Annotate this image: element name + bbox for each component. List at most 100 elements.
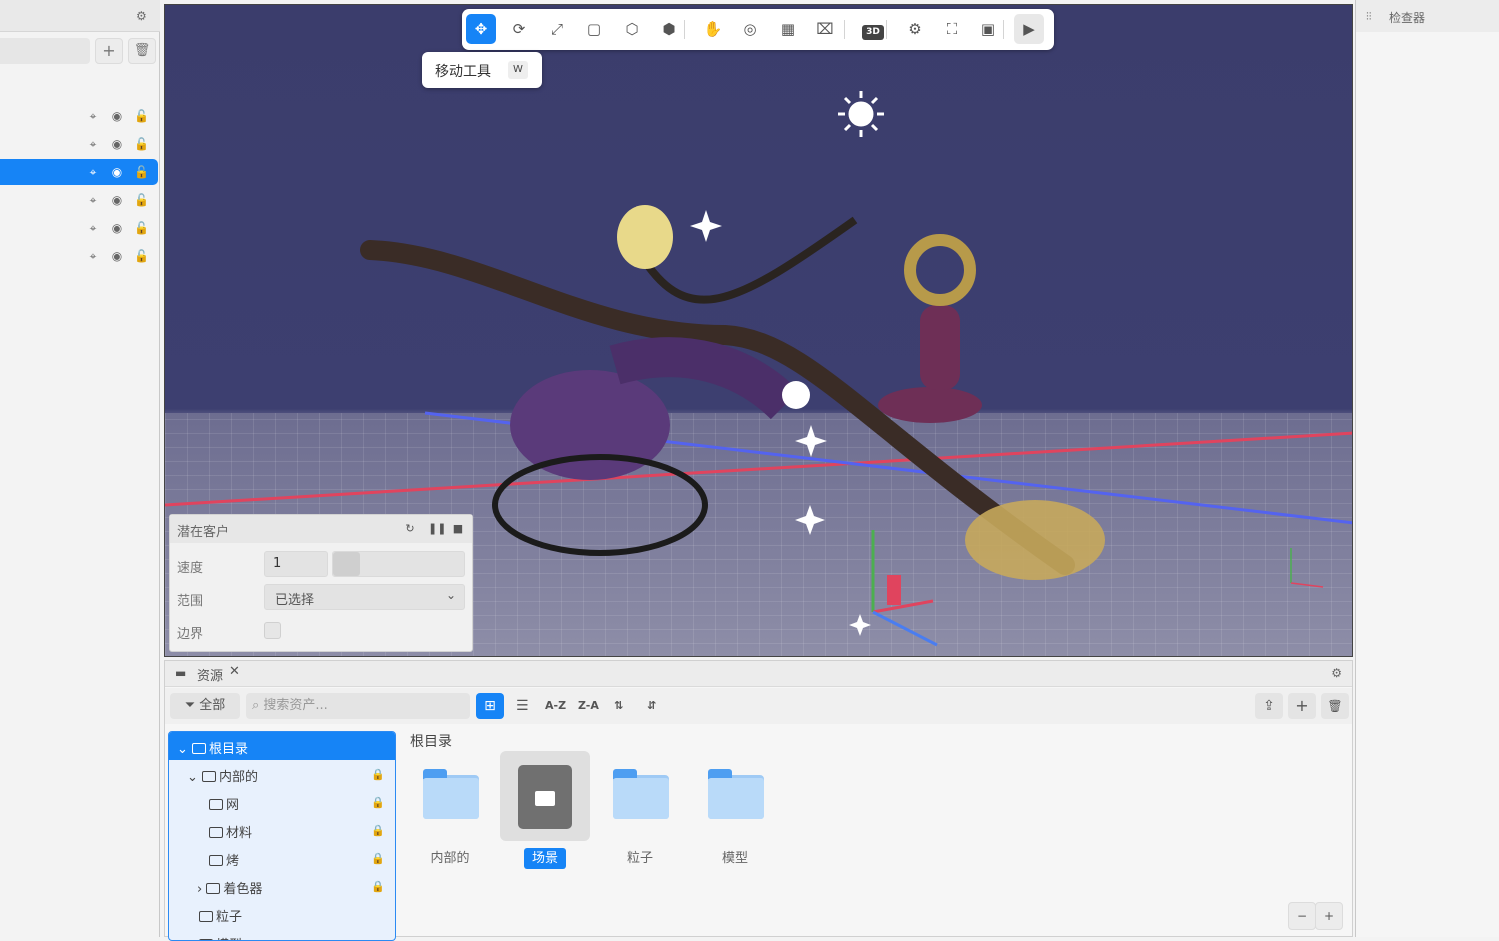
hierarchy-row[interactable]: ⌖ ◉ 🔓 <box>0 131 158 157</box>
mode-3d[interactable]: 3D <box>858 14 888 44</box>
eye-icon[interactable]: ◉ <box>110 165 124 179</box>
rect-tool[interactable]: ▢ <box>579 14 609 44</box>
hierarchy-row[interactable]: ⌖ ◉ 🔓 <box>0 243 158 269</box>
zoom-out-icon[interactable]: − <box>1288 902 1316 930</box>
tree-item[interactable]: ⌄ 内部的 🔒 <box>169 760 395 788</box>
inspector-title: 检查器 <box>1389 11 1426 25</box>
folder-asset-tile[interactable]: 模型 <box>690 751 780 871</box>
stop-icon[interactable]: ■ <box>452 523 464 535</box>
sort-az-button[interactable]: A-Z <box>545 693 566 719</box>
target-icon[interactable]: ⌖ <box>86 109 100 123</box>
sliders-icon: ⫶⫶ <box>1366 10 1372 23</box>
hierarchy-row[interactable]: ⌖ ◉ 🔓 <box>0 187 158 213</box>
focus-tool[interactable]: ◎ <box>735 14 765 44</box>
tree-item[interactable]: › 着色器 🔒 <box>169 872 395 900</box>
chevron-down-icon[interactable]: ⌄ <box>177 742 192 757</box>
eye-icon[interactable]: ◉ <box>110 249 124 263</box>
toolbar-separator <box>844 20 845 39</box>
add-asset-button[interactable]: + <box>1288 693 1316 719</box>
add-entity-button[interactable]: + <box>95 38 123 64</box>
filter-icon: ⏷ <box>184 698 200 713</box>
lock-icon[interactable]: 🔓 <box>134 109 149 123</box>
stand-top <box>878 387 982 423</box>
tree-item[interactable]: 粒子 <box>169 900 395 928</box>
lock-icon[interactable]: 🔓 <box>134 165 149 179</box>
tree-item[interactable]: 材料 🔒 <box>169 816 395 844</box>
delete-entity-button[interactable]: 🗑 <box>128 38 156 64</box>
stats-header[interactable]: 潜在客户 ↻ ❚❚ ■ <box>170 515 472 543</box>
asset-search-input[interactable]: ⌕ 搜索资产... <box>246 693 470 719</box>
chevron-down-icon[interactable]: ⌄ <box>187 770 202 785</box>
grid-view-button[interactable]: ⊞ <box>476 693 504 719</box>
solid-tool[interactable]: ⬢ <box>654 14 684 44</box>
assets-tab-label[interactable]: 资源 <box>197 665 223 684</box>
gear-icon[interactable]: ⚙ <box>1331 666 1342 680</box>
screenshot-tool[interactable]: ▣ <box>973 14 1003 44</box>
sort-za-button[interactable]: Z-A <box>578 693 599 719</box>
eye-icon[interactable]: ◉ <box>110 193 124 207</box>
slider-handle[interactable] <box>333 552 360 576</box>
rotate-tool[interactable]: ⟳ <box>504 14 534 44</box>
tree-item[interactable]: 烤 🔒 <box>169 844 395 872</box>
play-button[interactable]: ▶ <box>1014 14 1044 44</box>
hierarchy-row[interactable]: ⌖ ◉ 🔓 <box>0 159 158 185</box>
settings-tool[interactable]: ⚙ <box>900 14 930 44</box>
filter-button[interactable]: ⏷ 全部 <box>170 693 240 719</box>
lock-icon[interactable]: 🔓 <box>134 249 149 263</box>
tooltip: 移动工具 W <box>422 52 542 88</box>
delete-asset-button[interactable]: 🗑 <box>1321 693 1349 719</box>
chevron-right-icon[interactable]: › <box>197 882 206 897</box>
pause-icon[interactable]: ❚❚ <box>428 523 446 535</box>
target-icon[interactable]: ⌖ <box>86 221 100 235</box>
tree-item[interactable]: ⌄ 根目录 <box>169 732 395 760</box>
lock-icon[interactable]: 🔓 <box>134 221 149 235</box>
tree-item[interactable]: 模型 <box>169 928 395 940</box>
lock-icon: 🔒 <box>371 852 385 865</box>
grid-tool[interactable]: ▦ <box>773 14 803 44</box>
hierarchy-search-input[interactable] <box>0 38 90 64</box>
range-select[interactable]: 已选择 ⌄ <box>264 584 465 610</box>
scale-tool[interactable]: ⤢ <box>542 14 572 44</box>
hierarchy-row[interactable]: ⌖ ◉ 🔓 <box>0 103 158 129</box>
list-view-button[interactable]: ☰ <box>516 693 529 719</box>
lock-icon[interactable]: 🔓 <box>134 137 149 151</box>
folder-asset-tile[interactable]: 粒子 <box>595 751 685 871</box>
hand-tool[interactable]: ✋ <box>698 14 728 44</box>
sort-asc-icon[interactable]: ⇅ <box>614 693 623 719</box>
eye-icon[interactable]: ◉ <box>110 109 124 123</box>
sort-desc-icon[interactable]: ⇵ <box>647 693 656 719</box>
gear-icon[interactable]: ⚙ <box>136 10 148 22</box>
camera-tool[interactable]: ⌧ <box>810 14 840 44</box>
eye-icon[interactable]: ◉ <box>110 137 124 151</box>
move-tool[interactable]: ✥ <box>466 14 496 44</box>
x-axis-line <box>165 431 1352 507</box>
stand-curl <box>904 234 976 306</box>
tooltip-label: 移动工具 <box>435 64 491 80</box>
target-icon[interactable]: ⌖ <box>86 249 100 263</box>
scene-toolbar: ✥ ⟳ ⤢ ▢ ⬡ ⬢ ✋ ◎ ▦ ⌧ 3D ⚙ ⛶ ▣ ▶ <box>462 9 1054 50</box>
speed-input[interactable]: 1 <box>264 551 328 577</box>
lock-icon[interactable]: 🔓 <box>134 193 149 207</box>
inspector-panel: ⫶⫶ 检查器 <box>1355 0 1499 937</box>
folder-asset-tile[interactable]: 内部的 <box>405 751 495 871</box>
wireframe-tool[interactable]: ⬡ <box>617 14 647 44</box>
tile-thumbnail <box>595 751 685 841</box>
refresh-icon[interactable]: ↻ <box>404 523 416 535</box>
border-checkbox[interactable] <box>264 622 281 639</box>
tree-item[interactable]: 网 🔒 <box>169 788 395 816</box>
target-icon[interactable]: ⌖ <box>86 137 100 151</box>
scene-asset-tile[interactable]: 场景 <box>500 751 590 871</box>
zoom-in-icon[interactable]: + <box>1315 902 1343 930</box>
fullscreen-tool[interactable]: ⛶ <box>937 14 967 44</box>
folder-icon <box>209 855 223 866</box>
tile-label: 场景 <box>523 848 566 869</box>
upload-icon[interactable]: ⇪ <box>1255 693 1283 719</box>
speed-slider[interactable] <box>332 551 465 577</box>
close-tab-icon[interactable]: ✕ <box>229 664 240 679</box>
target-icon[interactable]: ⌖ <box>86 165 100 179</box>
eye-icon[interactable]: ◉ <box>110 221 124 235</box>
folder-tree: ⌄ 根目录⌄ 内部的🔒网🔒材料🔒烤🔒› 着色器🔒粒子模型 <box>168 731 396 941</box>
hierarchy-row[interactable]: ⌖ ◉ 🔓 <box>0 215 158 241</box>
target-icon[interactable]: ⌖ <box>86 193 100 207</box>
light-bulb-icon <box>782 381 810 409</box>
